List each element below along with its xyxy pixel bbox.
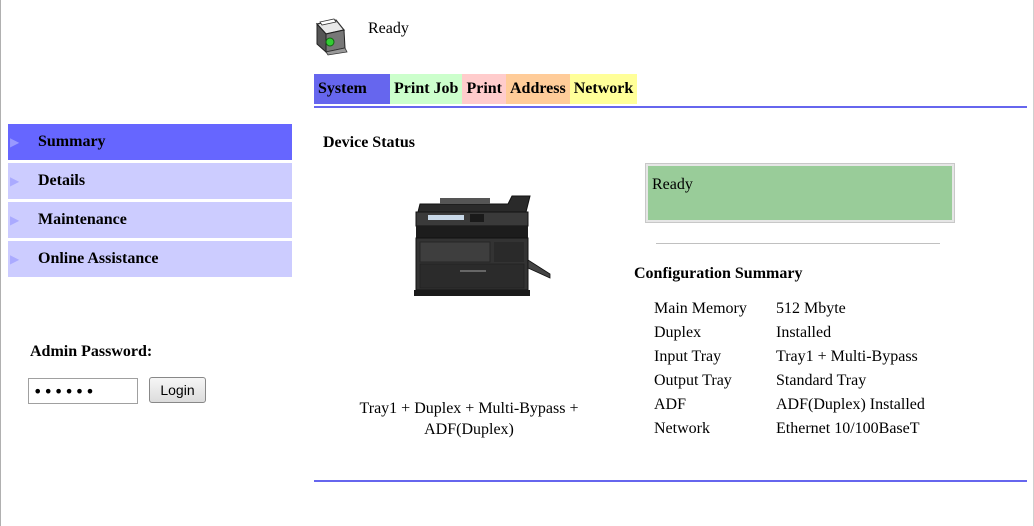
- login-button[interactable]: Login: [149, 377, 206, 403]
- sidebar-item-maintenance[interactable]: ▶ Maintenance: [8, 202, 292, 238]
- tab-system[interactable]: System: [314, 74, 390, 104]
- tab-network[interactable]: Network: [569, 74, 638, 104]
- window-frame-left: [0, 0, 8, 526]
- window-frame-right: [1030, 0, 1034, 526]
- config-summary-table: Main Memory 512 Mbyte Duplex Installed I…: [654, 297, 925, 441]
- sidebar-item-label: Summary: [38, 133, 106, 150]
- table-row: Network Ethernet 10/100BaseT: [654, 417, 925, 441]
- table-row: Duplex Installed: [654, 321, 925, 345]
- config-key: Network: [654, 420, 710, 437]
- tab-divider: [314, 106, 1027, 108]
- config-key: Duplex: [654, 324, 702, 341]
- sidebar-item-label: Online Assistance: [38, 250, 159, 267]
- table-row: Main Memory 512 Mbyte: [654, 297, 925, 321]
- config-key: ADF: [654, 396, 687, 413]
- arrow-right-icon: ▶: [10, 174, 20, 188]
- sidebar-item-label: Details: [38, 172, 86, 189]
- tab-address[interactable]: Address: [506, 74, 570, 104]
- config-value: 512 Mbyte: [776, 300, 846, 317]
- config-key: Main Memory: [654, 300, 747, 317]
- sidebar: ▶ Summary ▶ Details ▶ Maintenance ▶ Onli…: [8, 124, 292, 280]
- tab-bar: System Print Job Print Address Network: [314, 74, 638, 104]
- config-value: Installed: [776, 324, 832, 341]
- admin-password-input[interactable]: [28, 378, 138, 404]
- config-value: ADF(Duplex) Installed: [776, 396, 925, 413]
- arrow-right-icon: ▶: [10, 213, 20, 227]
- tab-print[interactable]: Print: [462, 74, 506, 104]
- sidebar-item-online-assistance[interactable]: ▶ Online Assistance: [8, 241, 292, 277]
- status-header: Ready: [314, 18, 409, 58]
- sidebar-item-details[interactable]: ▶ Details: [8, 163, 292, 199]
- tab-print-job[interactable]: Print Job: [390, 74, 463, 104]
- admin-password-label: Admin Password:: [30, 343, 153, 360]
- device-status-box: Ready: [645, 163, 955, 223]
- table-row: ADF ADF(Duplex) Installed: [654, 393, 925, 417]
- config-summary-title: Configuration Summary: [634, 265, 803, 282]
- sidebar-item-label: Maintenance: [38, 211, 127, 228]
- config-value: Standard Tray: [776, 372, 867, 389]
- tray-caption-line: ADF(Duplex): [424, 421, 514, 438]
- config-value: Tray1 + Multi-Bypass: [776, 348, 918, 365]
- config-key: Output Tray: [654, 372, 732, 389]
- section-title: Device Status: [323, 134, 415, 151]
- tray-caption-line: Tray1 + Duplex + Multi-Bypass +: [359, 400, 579, 417]
- printer-device-image: [414, 195, 551, 296]
- tray-caption: Tray1 + Duplex + Multi-Bypass + ADF(Dupl…: [314, 398, 624, 440]
- table-row: Output Tray Standard Tray: [654, 369, 925, 393]
- arrow-right-icon: ▶: [10, 252, 20, 266]
- table-row: Input Tray Tray1 + Multi-Bypass: [654, 345, 925, 369]
- printer-ready-icon: [315, 18, 348, 56]
- config-value: Ethernet 10/100BaseT: [776, 420, 920, 437]
- arrow-right-icon: ▶: [10, 135, 20, 149]
- config-key: Input Tray: [654, 348, 722, 365]
- divider: [656, 243, 940, 244]
- sidebar-item-summary[interactable]: ▶ Summary: [8, 124, 292, 160]
- bottom-divider: [314, 480, 1027, 482]
- status-text: Ready: [368, 20, 409, 37]
